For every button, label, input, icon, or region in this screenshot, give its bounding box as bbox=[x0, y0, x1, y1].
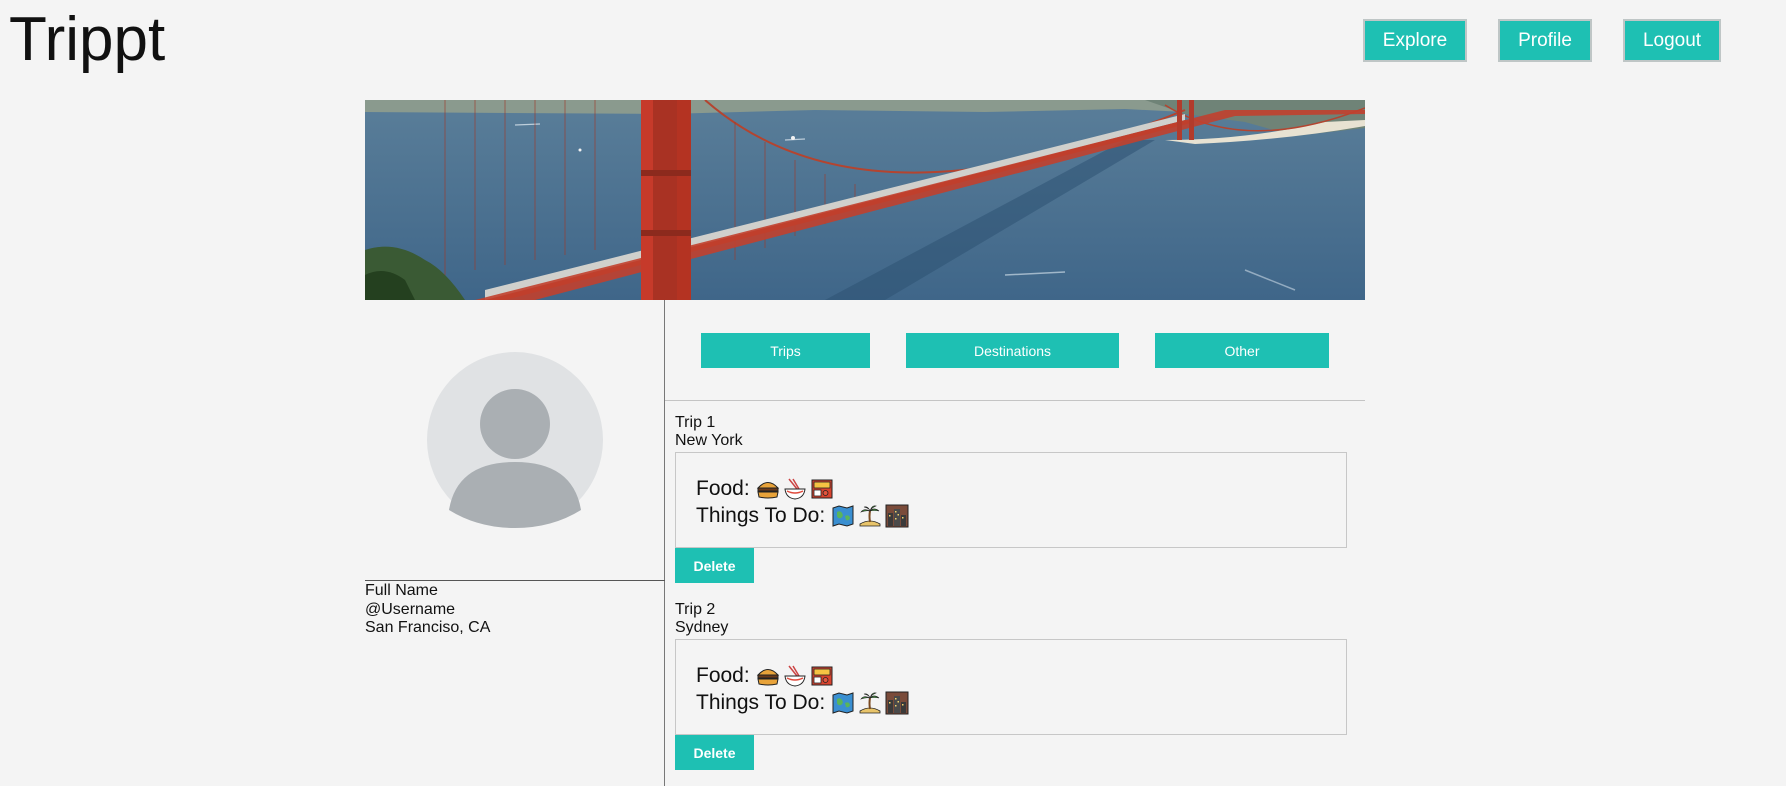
trip-city: New York bbox=[675, 432, 743, 449]
tab-other[interactable]: Other bbox=[1155, 333, 1329, 368]
delete-trip-button[interactable]: Delete bbox=[675, 548, 754, 583]
trip-title: Trip 1 bbox=[675, 414, 716, 431]
food-label: Food: bbox=[696, 477, 750, 500]
delete-trip-button[interactable]: Delete bbox=[675, 735, 754, 770]
burger-icon bbox=[756, 668, 779, 685]
explore-button[interactable]: Explore bbox=[1363, 19, 1467, 62]
profile-divider bbox=[365, 580, 665, 581]
map-icon bbox=[832, 691, 854, 714]
bento-box-icon bbox=[811, 479, 833, 498]
trip-city: Sydney bbox=[675, 619, 729, 636]
things-to-do-label: Things To Do: bbox=[696, 691, 826, 714]
food-row: Food: bbox=[696, 662, 1346, 689]
trip-item: Trip 2 Sydney Food: Things To Do: Delete bbox=[675, 601, 1347, 770]
palm-island-icon bbox=[859, 505, 881, 526]
tabs-divider bbox=[665, 400, 1365, 401]
profile-full-name: Full Name bbox=[365, 582, 438, 599]
golden-gate-bridge-image bbox=[365, 100, 1365, 300]
tab-trips[interactable]: Trips bbox=[701, 333, 870, 368]
logout-button[interactable]: Logout bbox=[1623, 19, 1721, 62]
profile-page: Trippt Explore Profile Logout Full Name … bbox=[0, 0, 1786, 786]
trip-card: Food: Things To Do: bbox=[675, 639, 1347, 735]
food-row: Food: bbox=[696, 475, 1346, 502]
user-placeholder-icon bbox=[427, 352, 603, 528]
trip-card: Food: Things To Do: bbox=[675, 452, 1347, 548]
cover-banner-image bbox=[365, 100, 1365, 300]
city-icon bbox=[885, 691, 909, 714]
things-to-do-label: Things To Do: bbox=[696, 504, 826, 527]
bento-box-icon bbox=[811, 666, 833, 685]
food-label: Food: bbox=[696, 664, 750, 687]
avatar[interactable] bbox=[427, 352, 603, 528]
app-logo[interactable]: Trippt bbox=[9, 4, 165, 75]
things-to-do-row: Things To Do: bbox=[696, 689, 1346, 716]
things-to-do-row: Things To Do: bbox=[696, 502, 1346, 529]
city-icon bbox=[885, 504, 909, 527]
noodle-bowl-icon bbox=[784, 478, 806, 500]
burger-icon bbox=[756, 481, 779, 498]
noodle-bowl-icon bbox=[784, 665, 806, 687]
palm-island-icon bbox=[859, 692, 881, 713]
profile-button[interactable]: Profile bbox=[1498, 19, 1592, 62]
profile-username: @Username bbox=[365, 600, 456, 618]
trip-title: Trip 2 bbox=[675, 601, 716, 618]
profile-sidebar: Full Name @Username San Franciso, CA bbox=[365, 300, 665, 786]
profile-info: Full Name @Username San Franciso, CA bbox=[365, 582, 490, 638]
tab-destinations[interactable]: Destinations bbox=[906, 333, 1119, 368]
trips-panel: Trips Destinations Other Trip 1 New York… bbox=[665, 300, 1365, 786]
trip-item: Trip 1 New York Food: Things To Do: Dele… bbox=[675, 414, 1347, 583]
profile-location: San Franciso, CA bbox=[365, 619, 491, 636]
map-icon bbox=[832, 504, 854, 527]
